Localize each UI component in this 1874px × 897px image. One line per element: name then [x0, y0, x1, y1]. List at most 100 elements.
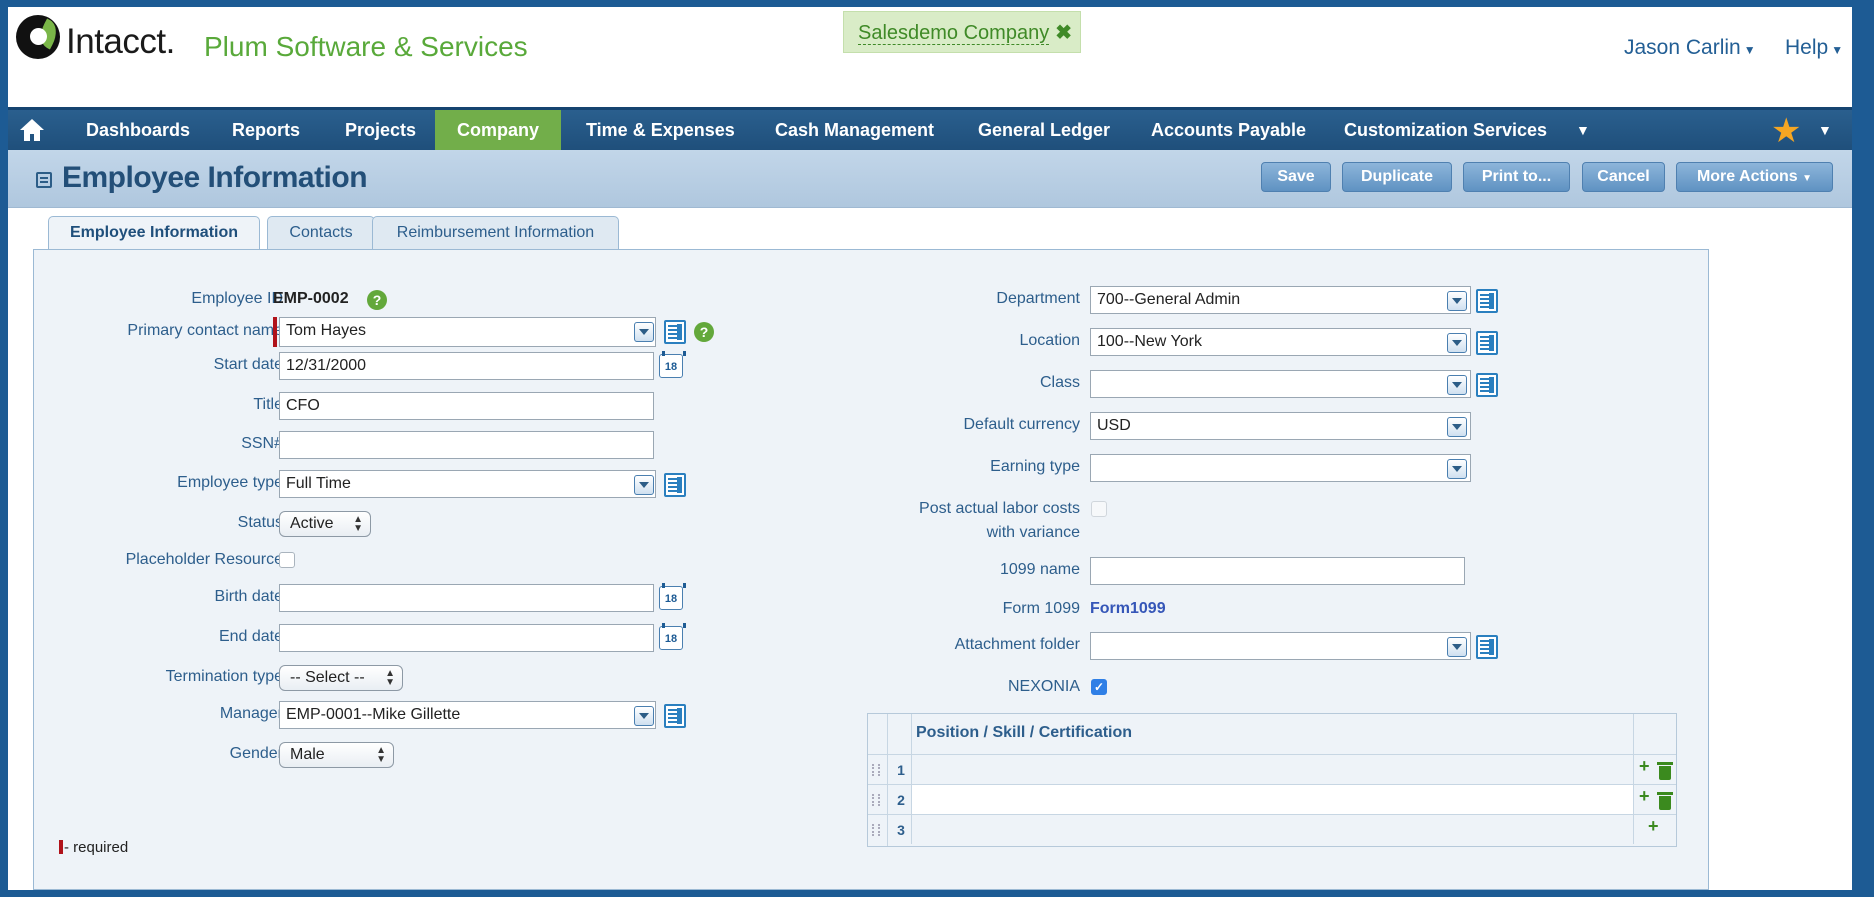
- nav-reports[interactable]: Reports: [232, 110, 300, 150]
- nav-more-chevron-icon[interactable]: ▼: [1576, 110, 1590, 150]
- main-nav: Dashboards Reports Projects Company Time…: [8, 107, 1852, 150]
- dropdown-icon[interactable]: [1447, 637, 1467, 657]
- add-icon[interactable]: +: [1639, 786, 1650, 807]
- class-input[interactable]: [1090, 370, 1471, 398]
- lookup-icon[interactable]: [1476, 289, 1498, 313]
- lookup-icon[interactable]: [1476, 331, 1498, 355]
- company-name[interactable]: Salesdemo Company: [858, 22, 1050, 45]
- dropdown-icon[interactable]: [1447, 417, 1467, 437]
- attachment-folder-input[interactable]: [1090, 632, 1471, 660]
- earning-type-select[interactable]: [1090, 454, 1471, 482]
- calendar-icon[interactable]: 18: [659, 623, 686, 650]
- tab-contacts[interactable]: Contacts: [267, 216, 375, 250]
- employee-type-input[interactable]: Full Time: [279, 470, 656, 498]
- help-label[interactable]: Help: [1785, 36, 1828, 59]
- more-actions-label: More Actions: [1696, 168, 1798, 185]
- chevron-down-icon: ▼: [1743, 43, 1756, 57]
- nav-projects[interactable]: Projects: [345, 110, 416, 150]
- nav-dashboards[interactable]: Dashboards: [86, 110, 190, 150]
- ssn-input[interactable]: [279, 431, 654, 459]
- nav-accounts-payable[interactable]: Accounts Payable: [1151, 110, 1306, 150]
- position-cell[interactable]: [911, 755, 1634, 784]
- birth-date-input[interactable]: [279, 584, 654, 612]
- nexonia-label: NEXONIA: [1007, 678, 1080, 695]
- user-menu[interactable]: Jason Carlin ▼: [1624, 36, 1756, 60]
- nav-general-ledger[interactable]: General Ledger: [978, 110, 1110, 150]
- earning-type-label: Earning type: [990, 458, 1080, 475]
- start-date-input[interactable]: 12/31/2000: [279, 352, 654, 380]
- position-cell[interactable]: [911, 815, 1634, 844]
- drag-handle-icon[interactable]: [872, 764, 880, 776]
- lookup-icon[interactable]: [1476, 635, 1498, 659]
- department-input[interactable]: 700--General Admin: [1090, 286, 1471, 314]
- dropdown-icon[interactable]: [634, 475, 654, 495]
- department-label: Department: [996, 290, 1080, 307]
- app-window: Intacct. Plum Software & Services Salesd…: [8, 7, 1852, 890]
- nav-time-expenses[interactable]: Time & Expenses: [586, 110, 735, 150]
- cancel-button[interactable]: Cancel: [1582, 162, 1665, 192]
- primary-contact-input[interactable]: Tom Hayes: [279, 317, 656, 347]
- termination-type-value: -- Select --: [290, 669, 365, 686]
- close-icon[interactable]: ✖: [1055, 22, 1072, 44]
- company-switcher[interactable]: Salesdemo Company ✖: [843, 11, 1081, 53]
- post-labor-costs-label-line1: Post actual labor costs: [919, 500, 1080, 517]
- calendar-icon[interactable]: 18: [659, 583, 686, 610]
- user-name[interactable]: Jason Carlin: [1624, 36, 1741, 59]
- dropdown-icon[interactable]: [634, 706, 654, 726]
- manager-input[interactable]: EMP-0001--Mike Gillette: [279, 701, 656, 729]
- dropdown-icon[interactable]: [634, 322, 654, 342]
- dropdown-icon[interactable]: [1447, 291, 1467, 311]
- end-date-label: End date: [218, 628, 283, 645]
- 1099-name-input[interactable]: [1090, 557, 1465, 585]
- status-value: Active: [290, 515, 334, 532]
- form-1099-link[interactable]: Form1099: [1090, 600, 1166, 618]
- row-number: 1: [897, 762, 905, 778]
- lookup-icon[interactable]: [664, 320, 686, 344]
- lookup-icon[interactable]: [664, 473, 686, 497]
- calendar-icon[interactable]: 18: [659, 351, 686, 378]
- tab-reimbursement-information[interactable]: Reimbursement Information: [372, 216, 619, 250]
- status-label: Status: [237, 514, 283, 531]
- lookup-icon[interactable]: [664, 704, 686, 728]
- trash-icon[interactable]: [1657, 762, 1673, 780]
- add-icon[interactable]: +: [1648, 816, 1659, 837]
- nav-customization-services[interactable]: Customization Services: [1344, 110, 1547, 150]
- duplicate-button[interactable]: Duplicate: [1342, 162, 1452, 192]
- help-icon[interactable]: ?: [367, 290, 387, 310]
- chevron-down-icon[interactable]: ▼: [1818, 110, 1832, 150]
- location-input[interactable]: 100--New York: [1090, 328, 1471, 356]
- grid-header-position-skill: Position / Skill / Certification: [916, 724, 1133, 741]
- drag-handle-icon[interactable]: [872, 794, 880, 806]
- status-select[interactable]: Active ▲ ▼: [279, 511, 371, 537]
- class-label: Class: [1039, 374, 1080, 391]
- dropdown-icon[interactable]: [1447, 375, 1467, 395]
- tab-employee-information[interactable]: Employee Information: [48, 216, 260, 252]
- nav-company[interactable]: Company: [435, 110, 561, 150]
- lookup-icon[interactable]: [1476, 373, 1498, 397]
- add-icon[interactable]: +: [1639, 756, 1650, 777]
- start-date-label: Start date: [213, 356, 283, 373]
- help-icon[interactable]: ?: [694, 322, 714, 342]
- termination-type-select[interactable]: -- Select -- ▲ ▼: [279, 665, 403, 691]
- save-button[interactable]: Save: [1261, 162, 1331, 192]
- more-actions-button[interactable]: More Actions ▼: [1676, 162, 1833, 192]
- drag-handle-icon[interactable]: [872, 824, 880, 836]
- page-header: Employee Information Save Duplicate Prin…: [8, 150, 1852, 208]
- star-icon[interactable]: ★: [1771, 114, 1801, 148]
- default-currency-select[interactable]: USD: [1090, 412, 1471, 440]
- trash-icon[interactable]: [1657, 792, 1673, 810]
- position-cell[interactable]: [911, 785, 1634, 814]
- title-input[interactable]: CFO: [279, 392, 654, 420]
- nav-cash-management[interactable]: Cash Management: [775, 110, 934, 150]
- gender-select[interactable]: Male ▲ ▼: [279, 742, 394, 768]
- placeholder-resource-checkbox[interactable]: [279, 552, 295, 568]
- help-menu[interactable]: Help ▼: [1785, 36, 1843, 60]
- post-labor-costs-checkbox[interactable]: [1091, 501, 1107, 517]
- dropdown-icon[interactable]: [1447, 333, 1467, 353]
- end-date-input[interactable]: [279, 624, 654, 652]
- grid-row: 2 +: [868, 784, 1676, 814]
- home-icon[interactable]: [19, 118, 45, 142]
- dropdown-icon[interactable]: [1447, 459, 1467, 479]
- print-to-button[interactable]: Print to...: [1463, 162, 1570, 192]
- nexonia-checkbox[interactable]: ✓: [1091, 679, 1107, 695]
